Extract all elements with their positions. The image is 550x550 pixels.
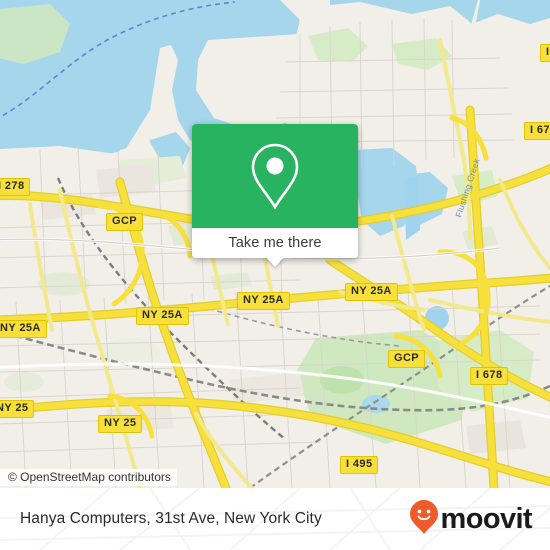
moovit-wordmark: moovit [440,502,533,535]
map-pin-icon [247,141,303,211]
moovit-logo[interactable]: moovit [409,488,533,550]
osm-attribution[interactable]: © OpenStreetMap contributors [0,469,177,486]
map-canvas[interactable]: Flushing Creek I 278 GCP NY 25A NY 25A N… [0,0,550,488]
road-shield[interactable]: NY 25A [136,307,189,325]
road-shield[interactable]: NY 25A [345,283,398,301]
road-shield[interactable]: GCP [388,350,426,368]
road-shield[interactable]: NY 25 [0,400,35,418]
road-shield[interactable]: I 678 [470,367,509,385]
take-me-there-button[interactable]: Take me there [192,228,358,267]
road-shield[interactable]: GCP [106,213,144,231]
bottom-info-bar: Hanya Computers, 31st Ave, New York City… [0,488,550,550]
popup-image-area [192,124,358,228]
road-shield[interactable]: I 278 [0,178,31,196]
place-title: Hanya Computers, 31st Ave, New York City [20,510,322,527]
road-shield[interactable]: I 495 [340,456,379,474]
place-popup-card[interactable]: Take me there [192,124,358,267]
moovit-pin-smiley-icon [409,499,439,540]
popup-tail [266,257,284,267]
moovit-map-page: Flushing Creek I 278 GCP NY 25A NY 25A N… [0,0,550,550]
road-shield[interactable]: NY 25A [237,292,290,310]
road-shield[interactable]: NY 25 [98,415,143,433]
road-shield[interactable]: I 678 [524,122,550,140]
road-shield[interactable]: I 678 [540,44,550,62]
road-shield[interactable]: NY 25A [0,320,47,338]
take-me-there-label: Take me there [228,235,322,251]
